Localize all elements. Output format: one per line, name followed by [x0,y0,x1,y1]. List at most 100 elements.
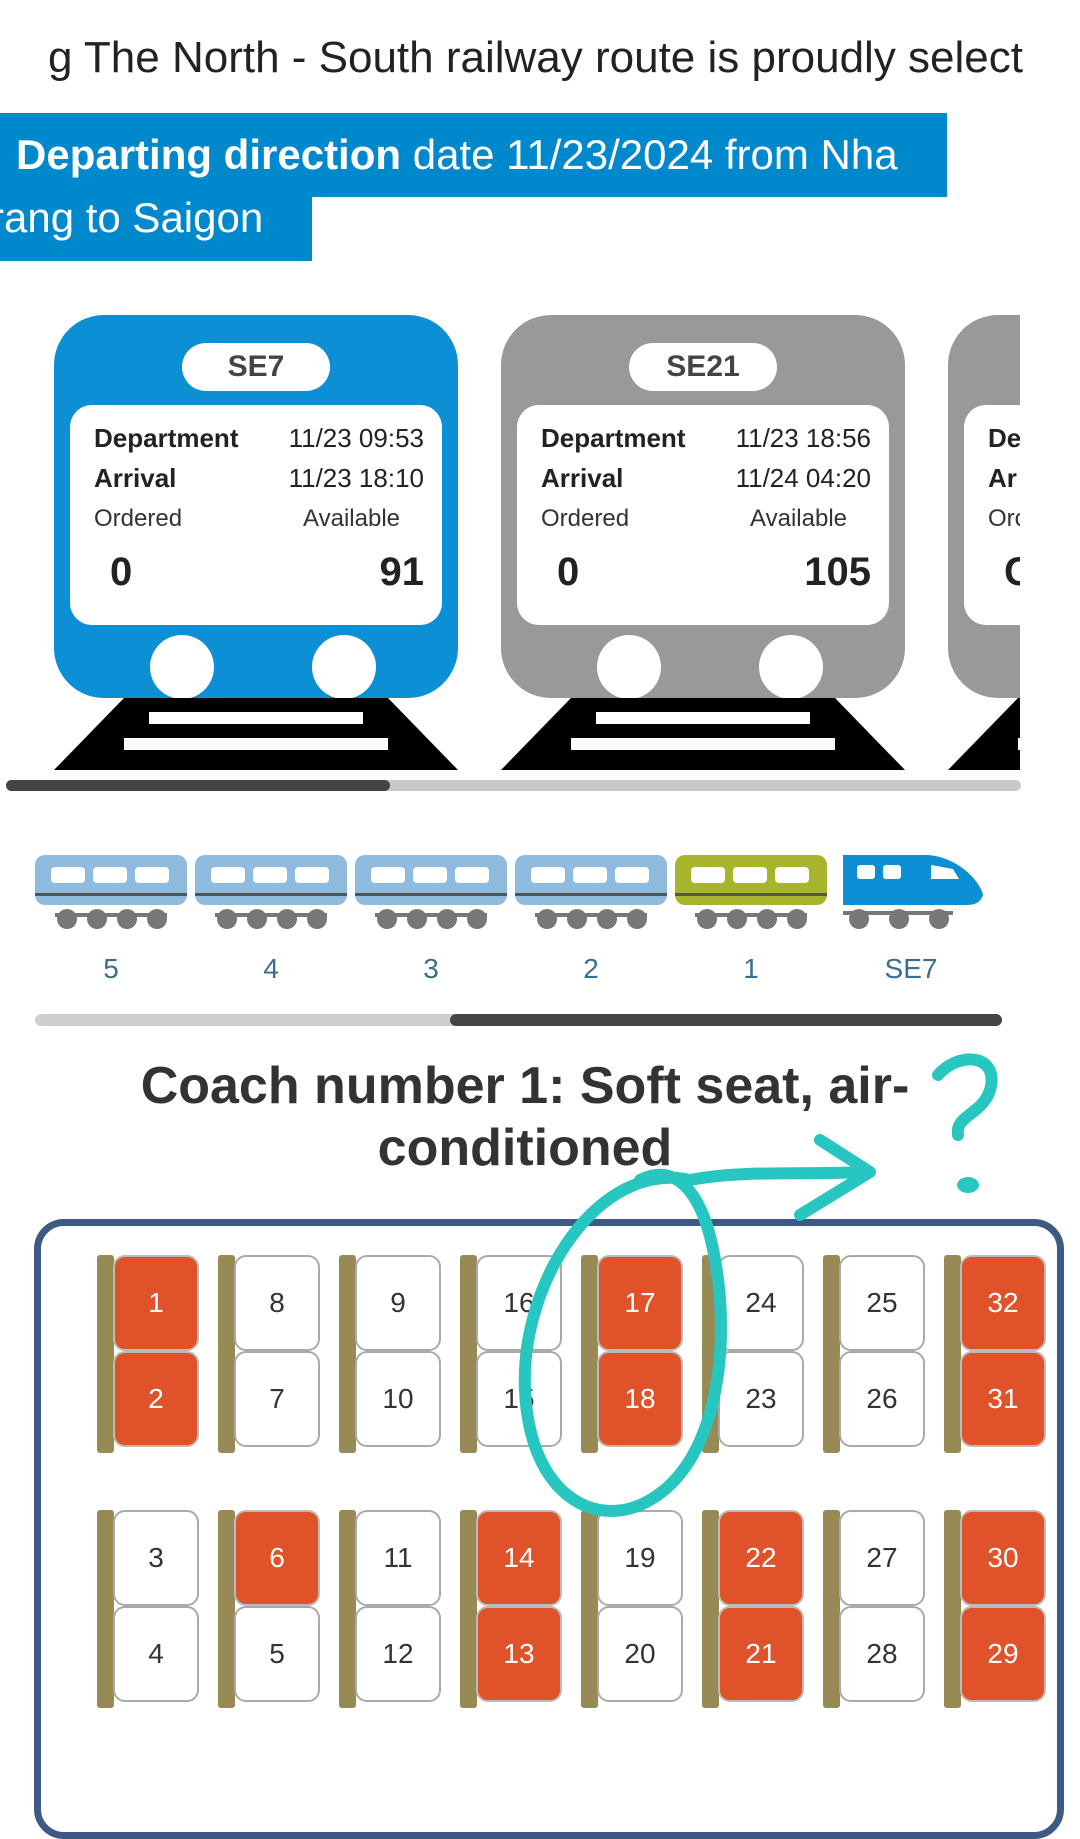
seat-available[interactable]: 27 [839,1510,925,1606]
ordered-label: Ordered [94,505,183,532]
seat-map: 1 2 3 4 8 7 6 5 9 10 11 12 16 15 14 13 17 18 19 20 24 23 22 21 2… [34,1219,1064,1839]
coach-2[interactable]: 2 [515,855,667,995]
seat-available[interactable]: 10 [355,1351,441,1447]
seat-booked[interactable]: 31 [960,1351,1046,1447]
departure-label: De [988,423,1020,453]
seat-available[interactable]: 19 [597,1510,683,1606]
ordered-label: Orc [988,505,1020,532]
seat-booked[interactable]: 32 [960,1255,1046,1351]
seat-available[interactable]: 25 [839,1255,925,1351]
coach-scrollbar[interactable] [35,1014,1002,1026]
departure-label: Department [94,423,239,453]
train-card[interactable]: SE21 Department 11/23 18:56 Arrival 11/24 … [501,300,905,770]
direction-header-line2: rang to Saigon [0,180,312,261]
train-selector[interactable]: SE7 Department 11/23 09:53 Arrival 11/23 1… [0,300,1020,770]
train-light [597,635,661,699]
coach-3[interactable]: 3 [355,855,507,995]
seat-available[interactable]: 12 [355,1606,441,1702]
seat-booked[interactable]: 2 [113,1351,199,1447]
seat-divider [460,1510,477,1708]
departure-time: 11/23 09:53 [288,423,424,453]
train-light [759,635,823,699]
seat-divider [581,1510,598,1708]
arrival-label: Arrival [94,463,177,493]
direction-route: rang to Saigon [0,194,264,241]
train-body: SE21 Department 11/23 18:56 Arrival 11/24 … [501,315,905,699]
ordered-count: 0 [110,550,133,594]
coach-label: SE7 [884,953,938,984]
train-tracks [501,698,905,770]
seat-divider [823,1510,840,1708]
coach-4[interactable]: 4 [195,855,347,995]
train-scrollbar-thumb[interactable] [6,780,390,791]
seat-booked[interactable]: 6 [234,1510,320,1606]
ordered-label: Ordered [541,505,630,532]
departure-label: Department [541,423,686,453]
seat-available[interactable]: 9 [355,1255,441,1351]
seat-available[interactable]: 24 [718,1255,804,1351]
seat-divider [460,1255,477,1453]
coach-label: 1 [743,953,759,984]
seat-booked[interactable]: 30 [960,1510,1046,1606]
seat-booked[interactable]: 14 [476,1510,562,1606]
train-name: SE21 [629,343,777,391]
coach-scrollbar-thumb[interactable] [450,1014,1002,1026]
train-scrollbar[interactable] [6,780,1021,791]
train-card[interactable]: SE7 Department 11/23 09:53 Arrival 11/23 1… [54,300,458,770]
seat-divider [97,1510,114,1708]
seat-divider [218,1510,235,1708]
seat-divider [702,1255,719,1453]
coach-label: 3 [423,953,439,984]
seat-divider [339,1255,356,1453]
seat-available[interactable]: 7 [234,1351,320,1447]
seat-available[interactable]: 20 [597,1606,683,1702]
available-label: Available [750,505,847,532]
seat-divider [339,1510,356,1708]
seat-available[interactable]: 3 [113,1510,199,1606]
seat-booked[interactable]: 22 [718,1510,804,1606]
ordered-count: 0 [557,550,580,594]
coach-1[interactable]: 1 [675,855,827,995]
train-body: De Ar Orc C [948,315,1020,698]
seat-divider [944,1510,961,1708]
ordered-count: C [1004,550,1020,594]
seat-booked[interactable]: 21 [718,1606,804,1702]
seat-available[interactable]: 23 [718,1351,804,1447]
coach-label: 5 [103,953,119,984]
seat-booked[interactable]: 1 [113,1255,199,1351]
train-tracks [948,698,1020,770]
coach-5[interactable]: 5 [35,855,187,995]
seat-available[interactable]: 11 [355,1510,441,1606]
coach-label: 2 [583,953,599,984]
seat-available[interactable]: 4 [113,1606,199,1702]
seat-available[interactable]: 28 [839,1606,925,1702]
question-mark-dot [957,1177,979,1193]
coach-icon [675,855,827,929]
seat-available[interactable]: 15 [476,1351,562,1447]
coach-icon [195,855,347,929]
coach-icon [35,855,187,929]
train-body: SE7 Department 11/23 09:53 Arrival 11/23 1… [54,315,458,699]
seat-available[interactable]: 5 [234,1606,320,1702]
seat-available[interactable]: 8 [234,1255,320,1351]
direction-title: Departing direction [16,131,402,178]
train-light [150,635,214,699]
coach-title: Coach number 1: Soft seat, air-condition… [140,1057,910,1177]
departure-time: 11/23 18:56 [735,423,871,453]
seat-booked[interactable]: 18 [597,1351,683,1447]
direction-date: date 11/23/2024 from Nha [401,131,898,178]
coach-selector[interactable]: 5 4 3 2 1 SE7 [35,855,983,995]
train-card[interactable]: De Ar Orc C [948,300,1020,770]
engine-SE7[interactable]: SE7 [835,855,987,995]
coach-icon [355,855,507,929]
seat-available[interactable]: 16 [476,1255,562,1351]
seat-available[interactable]: 26 [839,1351,925,1447]
available-count: 91 [379,550,425,594]
arrival-label: Ar [988,463,1017,493]
seat-divider [218,1255,235,1453]
seat-booked[interactable]: 13 [476,1606,562,1702]
seat-booked[interactable]: 29 [960,1606,1046,1702]
seat-booked[interactable]: 17 [597,1255,683,1351]
seat-divider [823,1255,840,1453]
train-info-panel: Department 11/23 18:56 Arrival 11/24 04:20… [517,405,889,625]
